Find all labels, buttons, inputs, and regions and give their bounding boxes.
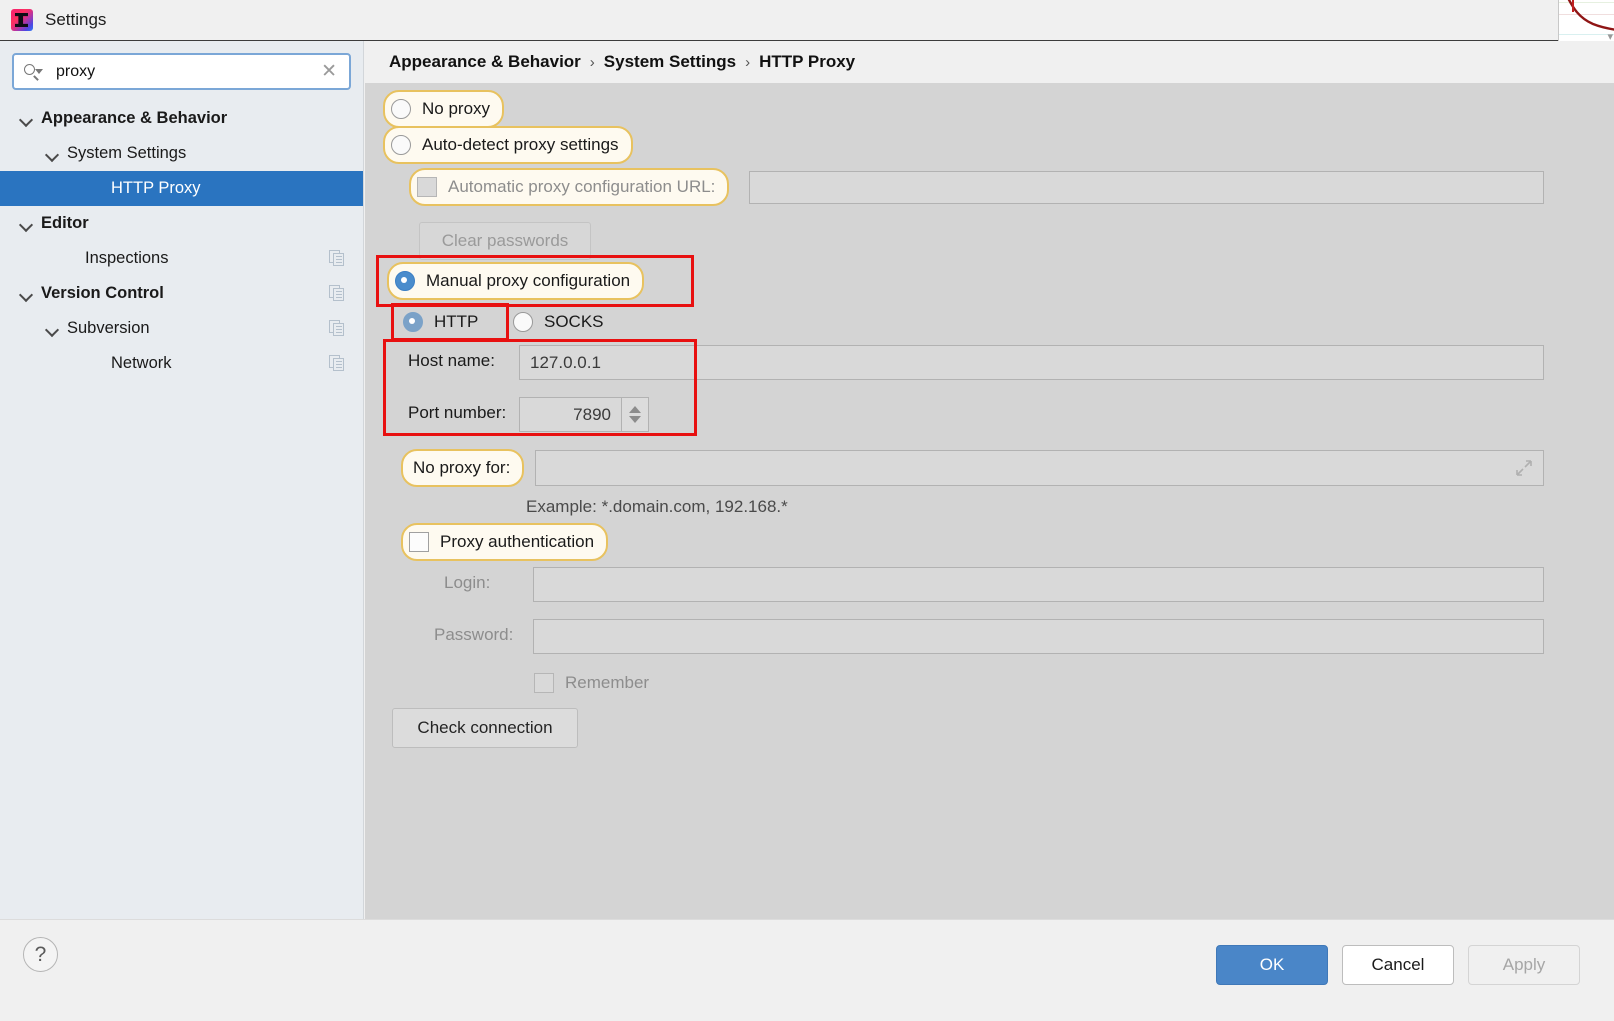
chevron-down-icon[interactable]: [629, 416, 641, 423]
cancel-button[interactable]: Cancel: [1342, 945, 1454, 985]
protocol-socks-label: SOCKS: [544, 312, 604, 331]
breadcrumb-item-1[interactable]: System Settings: [604, 52, 736, 72]
ok-button[interactable]: OK: [1216, 945, 1328, 985]
background-chart-curve: [1567, 0, 1614, 31]
auto-config-url-label: Automatic proxy configuration URL:: [448, 177, 716, 196]
manual-proxy-label: Manual proxy configuration: [426, 271, 631, 290]
auto-detect-option[interactable]: Auto-detect proxy settings: [383, 126, 633, 164]
expand-icon[interactable]: [1515, 459, 1533, 477]
copy-icon[interactable]: [329, 355, 346, 372]
sidebar-item-label: System Settings: [67, 144, 187, 162]
chevron-down-icon[interactable]: [18, 216, 34, 232]
settings-sidebar: proxy ✕ Appearance & Behavior System Sett…: [0, 41, 364, 919]
breadcrumb-separator: ›: [745, 53, 751, 71]
protocol-http-radio[interactable]: [403, 312, 423, 332]
password-input: [533, 619, 1544, 654]
host-name-label: Host name:: [408, 351, 495, 370]
http-proxy-panel: No proxy Auto-detect proxy settings Auto…: [365, 83, 1614, 919]
sidebar-item-label: HTTP Proxy: [111, 179, 201, 197]
sidebar-item-label: Version Control: [41, 284, 164, 302]
no-proxy-label: No proxy: [422, 99, 491, 118]
port-number-spinner[interactable]: 7890: [519, 397, 649, 432]
search-input[interactable]: proxy: [56, 63, 321, 81]
remember-label: Remember: [565, 673, 650, 692]
sidebar-item-inspections[interactable]: Inspections: [0, 241, 363, 276]
breadcrumb-separator: ›: [589, 53, 595, 71]
remember-option: Remember: [534, 668, 649, 698]
check-connection-button[interactable]: Check connection: [392, 708, 578, 748]
chevron-down-icon[interactable]: [44, 146, 60, 162]
sidebar-item-http-proxy[interactable]: HTTP Proxy: [0, 171, 363, 206]
port-number-value[interactable]: 7890: [573, 405, 621, 425]
proxy-authentication-label: Proxy authentication: [440, 532, 595, 551]
chevron-down-icon[interactable]: [18, 286, 34, 302]
settings-dialog: ▾ Settings proxy ✕ Appearance & Behavior…: [0, 0, 1614, 1021]
sidebar-item-version-control[interactable]: Version Control: [0, 276, 363, 311]
sidebar-item-system-settings[interactable]: System Settings: [0, 136, 363, 171]
sidebar-item-label: Inspections: [85, 249, 169, 267]
protocol-http-label: HTTP: [434, 312, 479, 331]
intellij-idea-logo-icon: [11, 9, 33, 31]
sidebar-item-subversion[interactable]: Subversion: [0, 311, 363, 346]
auto-detect-radio[interactable]: [391, 135, 411, 155]
sidebar-item-label: Appearance & Behavior: [41, 109, 228, 127]
auto-config-url-option[interactable]: Automatic proxy configuration URL:: [409, 168, 730, 206]
port-spinner-buttons[interactable]: [621, 398, 648, 431]
sidebar-item-editor[interactable]: Editor: [0, 206, 363, 241]
sidebar-item-label: Network: [111, 354, 172, 372]
background-window-sliver: ▾: [1558, 0, 1614, 45]
no-proxy-example-text: Example: *.domain.com, 192.168.*: [526, 497, 788, 516]
login-input: [533, 567, 1544, 602]
proxy-authentication-option[interactable]: Proxy authentication: [401, 523, 609, 561]
no-proxy-for-input[interactable]: [535, 450, 1544, 486]
remember-checkbox: [534, 673, 554, 693]
settings-tree: Appearance & Behavior System Settings HTTP…: [0, 101, 363, 381]
no-proxy-for-label: No proxy for:: [413, 458, 511, 477]
chevron-up-icon[interactable]: [629, 406, 641, 413]
clear-passwords-button: Clear passwords: [419, 222, 591, 260]
proxy-authentication-checkbox[interactable]: [409, 532, 429, 552]
help-button[interactable]: ?: [23, 937, 58, 972]
no-proxy-option[interactable]: No proxy: [383, 90, 505, 128]
window-title: Settings: [45, 10, 107, 29]
sidebar-item-label: Subversion: [67, 319, 150, 337]
chevron-down-icon[interactable]: [44, 321, 60, 337]
title-bar: Settings: [0, 0, 1558, 41]
breadcrumb: Appearance & Behavior › System Settings …: [365, 41, 1614, 83]
protocol-socks-option[interactable]: SOCKS: [513, 307, 604, 337]
copy-icon[interactable]: [329, 250, 346, 267]
dialog-footer: ? OK Cancel Apply: [0, 919, 1614, 1021]
breadcrumb-item-2[interactable]: HTTP Proxy: [759, 52, 855, 72]
sidebar-item-label: Editor: [41, 214, 89, 232]
no-proxy-radio[interactable]: [391, 99, 411, 119]
password-label: Password:: [434, 625, 514, 644]
auto-config-url-checkbox[interactable]: [417, 177, 437, 197]
protocol-http-option[interactable]: HTTP: [403, 307, 478, 337]
search-icon[interactable]: [23, 63, 45, 81]
sidebar-item-network[interactable]: Network: [0, 346, 363, 381]
close-icon[interactable]: ✕: [321, 62, 337, 81]
copy-icon[interactable]: [329, 320, 346, 337]
port-number-label: Port number:: [408, 403, 507, 422]
sidebar-item-appearance-behavior[interactable]: Appearance & Behavior: [0, 101, 363, 136]
copy-icon[interactable]: [329, 285, 346, 302]
search-field[interactable]: proxy ✕: [12, 53, 351, 90]
host-name-input[interactable]: 127.0.0.1: [519, 345, 1544, 380]
breadcrumb-item-0[interactable]: Appearance & Behavior: [389, 52, 581, 72]
footer-button-group: OK Cancel Apply: [1216, 945, 1580, 985]
manual-proxy-radio[interactable]: [395, 271, 415, 291]
chevron-down-icon[interactable]: [18, 111, 34, 127]
auto-config-url-input[interactable]: [749, 171, 1544, 204]
manual-proxy-option[interactable]: Manual proxy configuration: [387, 262, 645, 300]
login-label: Login:: [444, 573, 491, 592]
apply-button: Apply: [1468, 945, 1580, 985]
no-proxy-for-row: No proxy for:: [401, 449, 525, 487]
protocol-socks-radio[interactable]: [513, 312, 533, 332]
auto-detect-label: Auto-detect proxy settings: [422, 135, 619, 154]
